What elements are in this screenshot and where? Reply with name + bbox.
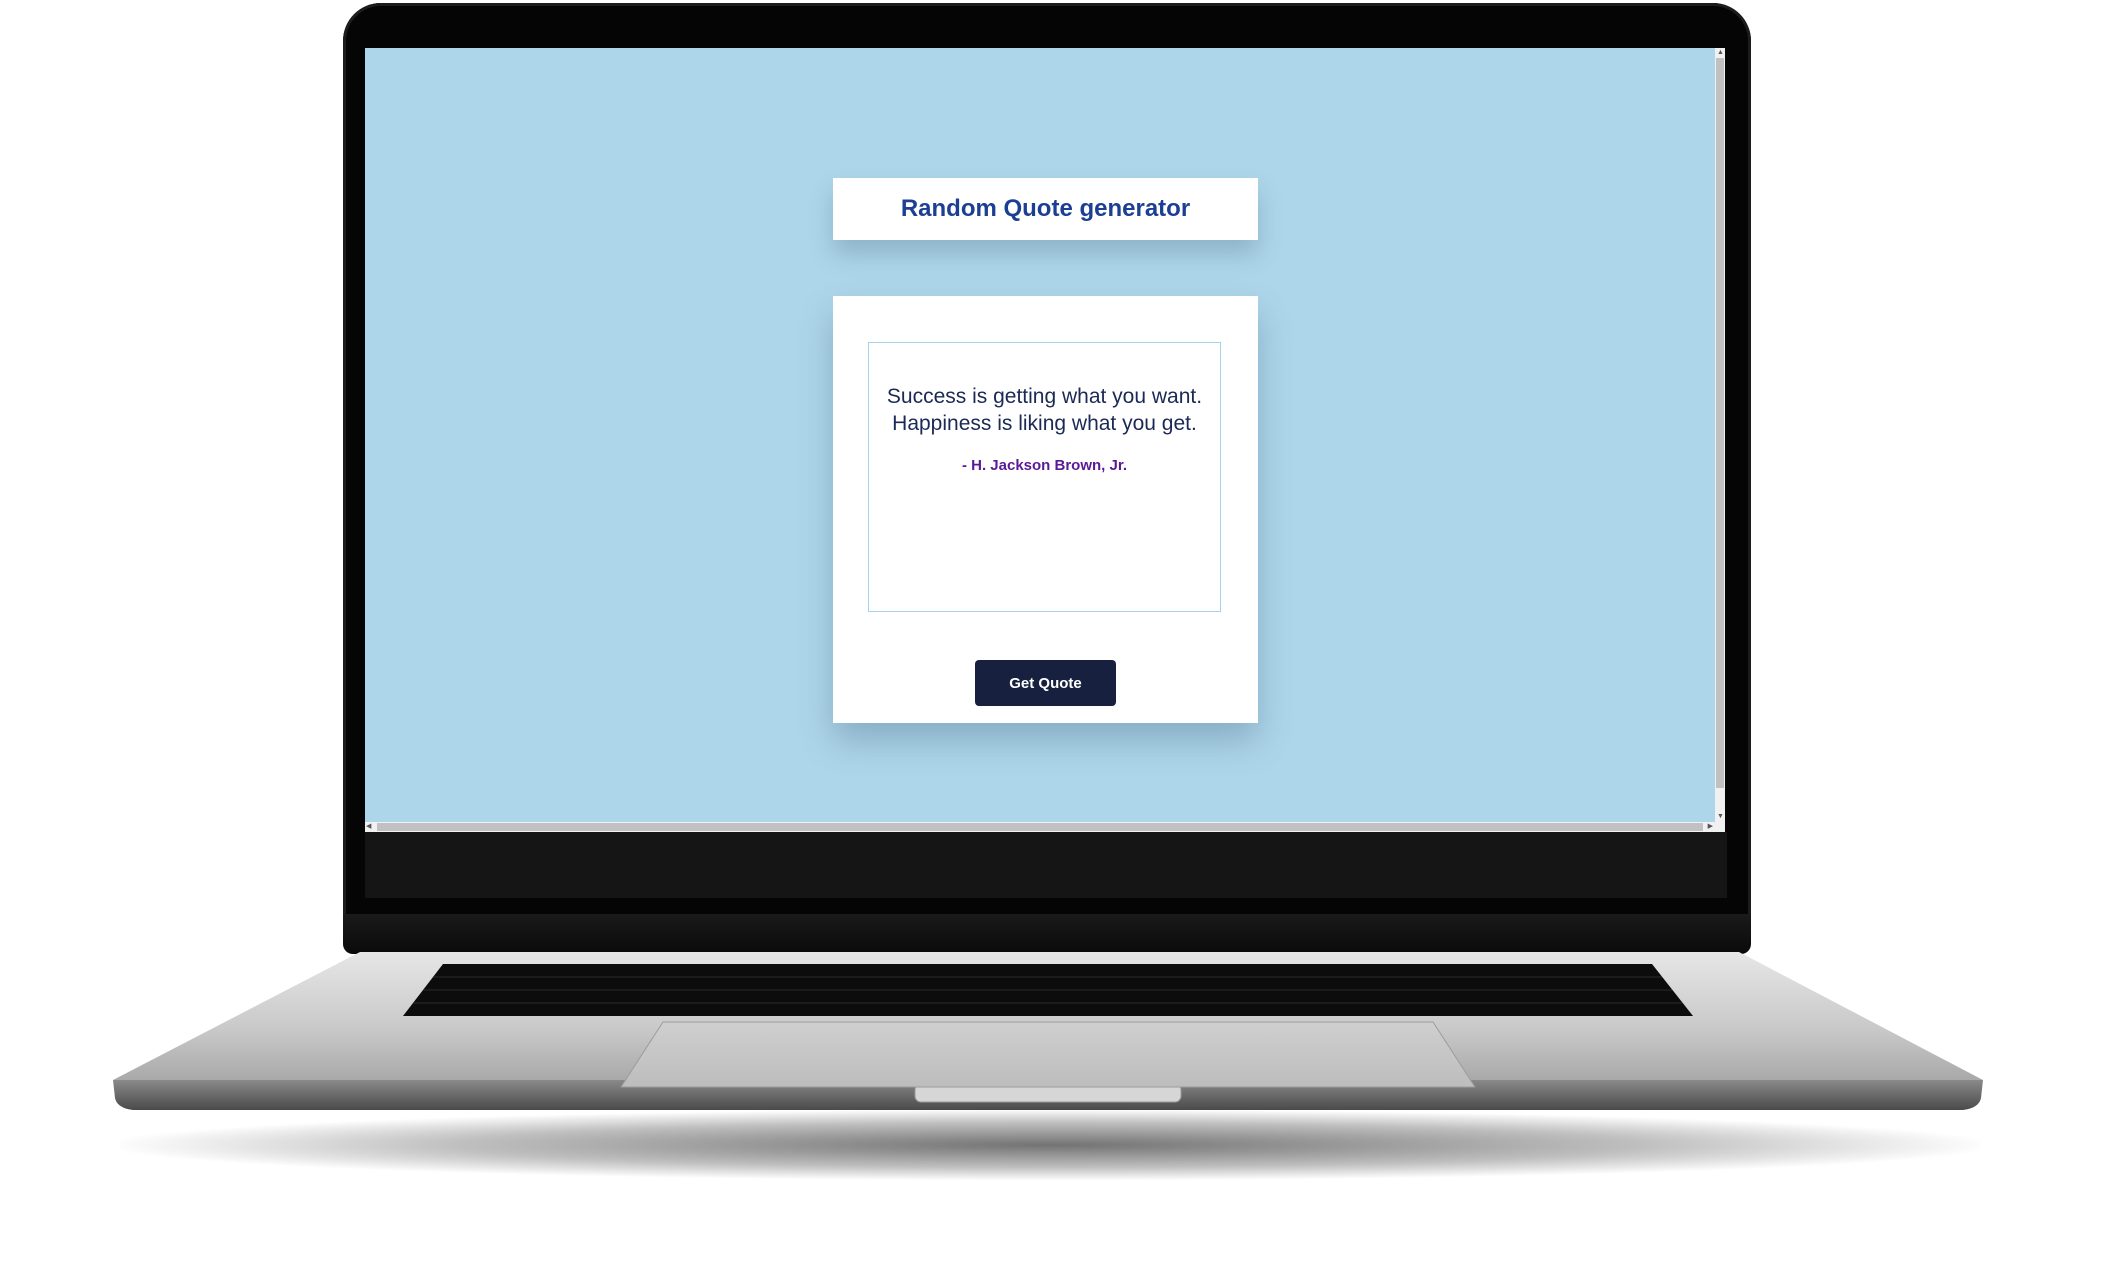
- scroll-up-arrow-icon[interactable]: ▲: [1717, 48, 1724, 58]
- quote-author: - H. Jackson Brown, Jr.: [961, 457, 1128, 474]
- quote-card: Success is getting what you want. Happin…: [833, 296, 1258, 723]
- quote-box: Success is getting what you want. Happin…: [868, 342, 1221, 612]
- horizontal-scrollbar-thumb[interactable]: [377, 823, 1703, 831]
- laptop-shadow: [120, 1110, 1980, 1180]
- quote-text: Success is getting what you want. Happin…: [886, 385, 1203, 435]
- screen-chin: [365, 832, 1727, 898]
- vertical-scrollbar-thumb[interactable]: [1716, 58, 1724, 788]
- scroll-right-arrow-icon[interactable]: ▶: [1708, 822, 1713, 832]
- horizontal-scrollbar[interactable]: ◀ ▶: [365, 822, 1725, 832]
- laptop-mockup: Random Quote generator Success is gettin…: [0, 0, 2107, 1264]
- page-title: Random Quote generator: [900, 195, 1191, 222]
- laptop-hinge: [343, 914, 1751, 954]
- title-card: Random Quote generator: [833, 178, 1258, 240]
- browser-viewport: Random Quote generator Success is gettin…: [365, 48, 1725, 832]
- scroll-down-arrow-icon[interactable]: ▼: [1717, 812, 1724, 822]
- get-quote-button[interactable]: Get Quote: [975, 660, 1116, 706]
- scroll-left-arrow-icon[interactable]: ◀: [366, 822, 371, 832]
- vertical-scrollbar[interactable]: ▲ ▼: [1715, 48, 1725, 832]
- laptop-keyboard-base: [113, 952, 1983, 1110]
